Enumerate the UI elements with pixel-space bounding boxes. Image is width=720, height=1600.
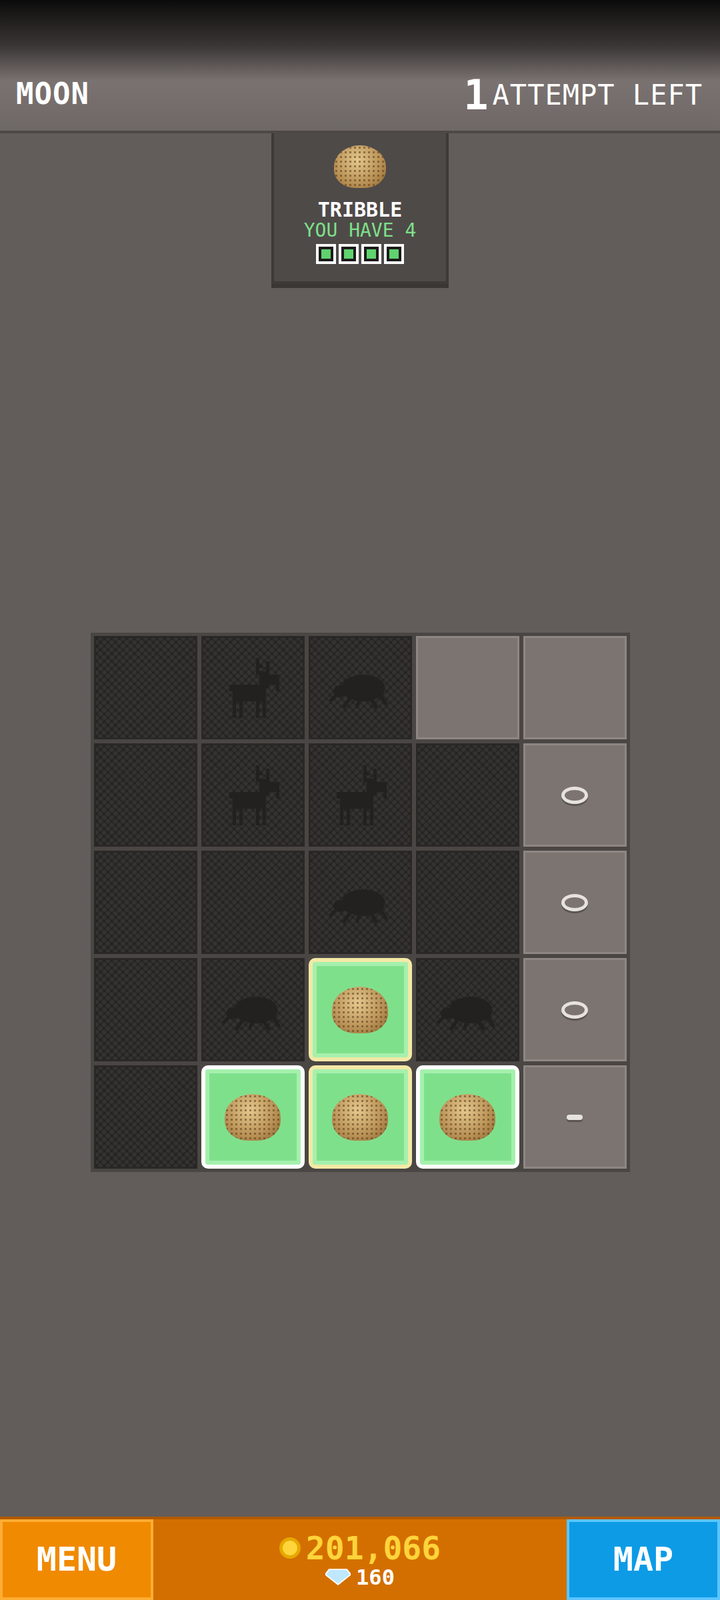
target-card: TRIBBLEYOU HAVE 4 bbox=[271, 133, 449, 284]
ring-icon bbox=[561, 894, 588, 912]
beetle-icon bbox=[326, 654, 394, 722]
board-cell[interactable] bbox=[201, 1065, 305, 1169]
progress-box bbox=[316, 244, 336, 264]
board-cell[interactable] bbox=[416, 958, 520, 1062]
gem-icon bbox=[325, 1568, 351, 1586]
gems: 160 bbox=[325, 1566, 395, 1588]
coin-icon bbox=[279, 1537, 301, 1559]
tribble-icon bbox=[332, 986, 388, 1034]
board-cell[interactable] bbox=[94, 1065, 198, 1169]
moose-icon bbox=[326, 762, 394, 829]
attempts: 1ATTEMPT LEFT bbox=[463, 74, 703, 116]
board-cell[interactable] bbox=[416, 743, 520, 847]
progress-box bbox=[338, 244, 359, 264]
location-label: MOON bbox=[16, 72, 90, 116]
board-cell[interactable] bbox=[308, 1065, 412, 1169]
gem-count: 160 bbox=[356, 1566, 395, 1588]
coins: 201,066 bbox=[279, 1532, 441, 1564]
tribble-icon bbox=[334, 145, 386, 188]
coin-count: 201,066 bbox=[306, 1532, 441, 1564]
progress-box bbox=[361, 244, 382, 264]
moose-icon bbox=[219, 762, 286, 829]
target-count: YOU HAVE 4 bbox=[304, 220, 417, 242]
board-cell[interactable] bbox=[94, 636, 198, 740]
board-cell[interactable] bbox=[308, 850, 412, 954]
board-cell[interactable] bbox=[308, 743, 412, 847]
ring-icon bbox=[561, 1001, 588, 1019]
currency: 201,066160 bbox=[153, 1519, 567, 1600]
board-cell[interactable] bbox=[94, 743, 198, 847]
board-cell[interactable] bbox=[308, 958, 412, 1062]
board-cell[interactable] bbox=[201, 850, 305, 954]
moose-icon bbox=[219, 654, 286, 722]
tribble-icon bbox=[224, 1094, 281, 1141]
menu-button[interactable]: MENU bbox=[0, 1519, 154, 1600]
board-cell[interactable] bbox=[523, 850, 627, 954]
board-cell[interactable] bbox=[201, 636, 305, 740]
beetle-icon bbox=[326, 869, 394, 936]
ring-icon bbox=[561, 786, 588, 804]
board-cell[interactable] bbox=[523, 743, 627, 847]
map-button[interactable]: MAP bbox=[566, 1519, 720, 1600]
attempts-label: ATTEMPT LEFT bbox=[492, 74, 703, 116]
top-bar: MOON 1ATTEMPT LEFT bbox=[0, 0, 720, 134]
target-name: TRIBBLE bbox=[318, 198, 402, 221]
dig-board bbox=[90, 632, 630, 1172]
game-screen: MOON1ATTEMPT LEFTTRIBBLEYOU HAVE 4MENU20… bbox=[0, 0, 720, 1600]
board-cell[interactable] bbox=[523, 636, 627, 740]
board-cell[interactable] bbox=[523, 958, 627, 1062]
board-cell[interactable] bbox=[416, 1065, 520, 1169]
attempts-count: 1 bbox=[463, 74, 488, 116]
dash-icon bbox=[566, 1114, 583, 1120]
board-cell[interactable] bbox=[416, 636, 520, 740]
board-cell[interactable] bbox=[416, 850, 520, 954]
progress-boxes bbox=[316, 244, 404, 264]
beetle-icon bbox=[434, 976, 501, 1044]
tribble-icon bbox=[332, 1094, 388, 1141]
board-cell[interactable] bbox=[308, 636, 412, 740]
board-cell[interactable] bbox=[523, 1065, 627, 1169]
board-cell[interactable] bbox=[94, 958, 198, 1062]
beetle-icon bbox=[219, 976, 286, 1044]
board-cell[interactable] bbox=[94, 850, 198, 954]
board-cell[interactable] bbox=[201, 743, 305, 847]
progress-box bbox=[384, 244, 404, 264]
board-area bbox=[0, 632, 720, 1172]
board-cell[interactable] bbox=[201, 958, 305, 1062]
tribble-icon bbox=[439, 1094, 496, 1141]
bottom-bar: MENU201,066160MAP bbox=[0, 1516, 720, 1600]
